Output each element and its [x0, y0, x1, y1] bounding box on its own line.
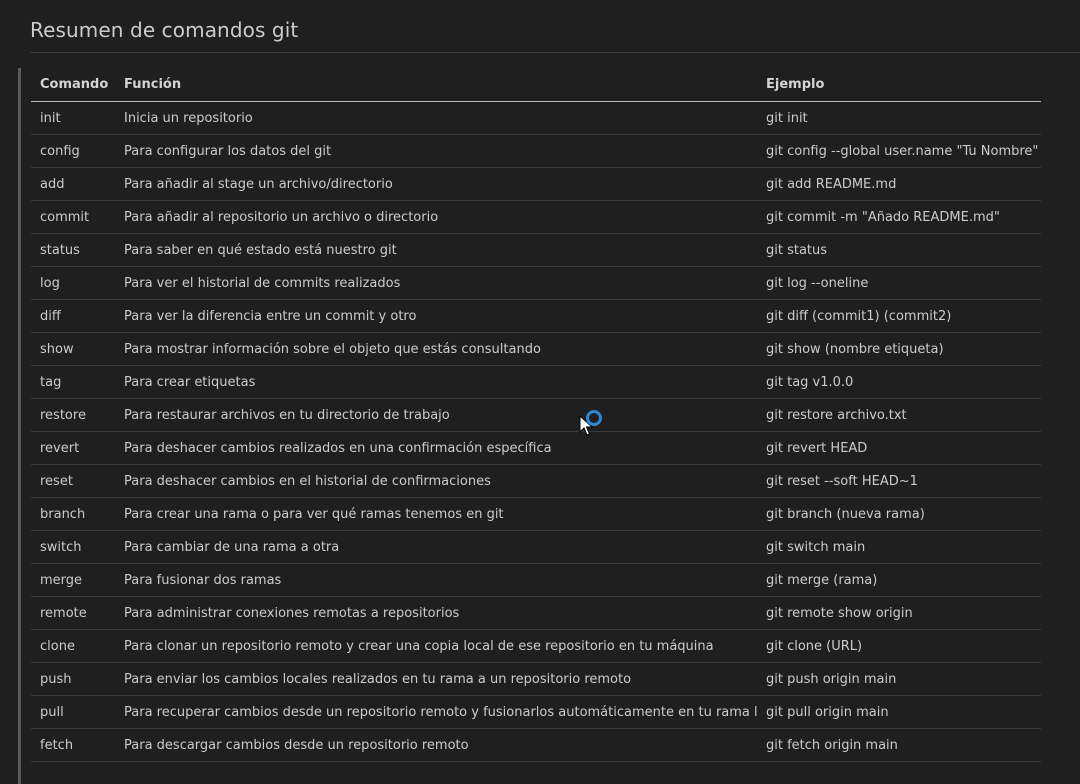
- cell-command: switch: [31, 530, 115, 564]
- cell-function: Para deshacer cambios en el historial de…: [115, 464, 757, 498]
- cell-function: Para enviar los cambios locales realizad…: [115, 662, 757, 696]
- table-row: fetch Para descargar cambios desde un rep…: [31, 728, 1041, 762]
- cell-example: git switch main: [757, 530, 1041, 564]
- cell-command: fetch: [31, 728, 115, 762]
- table-row: switch Para cambiar de una rama a otra git…: [31, 530, 1041, 564]
- cell-command: clone: [31, 629, 115, 663]
- cell-function: Para cambiar de una rama a otra: [115, 530, 757, 564]
- table-row: add Para añadir al stage un archivo/direc…: [31, 167, 1041, 201]
- cell-example: git push origin main: [757, 662, 1041, 696]
- cell-command: commit: [31, 200, 115, 234]
- cell-command: merge: [31, 563, 115, 597]
- table-row: reset Para deshacer cambios en el histori…: [31, 464, 1041, 498]
- cell-command: add: [31, 167, 115, 201]
- cell-function: Para recuperar cambios desde un reposito…: [115, 695, 757, 729]
- cell-function: Para saber en qué estado está nuestro gi…: [115, 233, 757, 267]
- table-row: log Para ver el historial de commits real…: [31, 266, 1041, 300]
- cell-example: git config --global user.name "Tu Nombre…: [757, 134, 1041, 168]
- cell-function: Para añadir al stage un archivo/director…: [115, 167, 757, 201]
- cell-function: Para mostrar información sobre el objeto…: [115, 332, 757, 366]
- table-row: init Inicia un repositorio git init: [31, 101, 1041, 135]
- cell-example: git init: [757, 101, 1041, 135]
- table-row: branch Para crear una rama o para ver qué…: [31, 497, 1041, 531]
- cell-example: git remote show origin: [757, 596, 1041, 630]
- cell-command: tag: [31, 365, 115, 399]
- cell-function: Para ver el historial de commits realiza…: [115, 266, 757, 300]
- cell-example: git commit -m "Añado README.md": [757, 200, 1041, 234]
- cell-example: git show (nombre etiqueta): [757, 332, 1041, 366]
- table-row: commit Para añadir al repositorio un arch…: [31, 200, 1041, 234]
- cell-function: Para ver la diferencia entre un commit y…: [115, 299, 757, 333]
- table-row: show Para mostrar información sobre el ob…: [31, 332, 1041, 366]
- cell-function: Para fusionar dos ramas: [115, 563, 757, 597]
- table-row: merge Para fusionar dos ramas git merge (r…: [31, 563, 1041, 597]
- cell-function: Para descargar cambios desde un reposito…: [115, 728, 757, 762]
- cell-command: restore: [31, 398, 115, 432]
- cell-function: Inicia un repositorio: [115, 101, 757, 135]
- table-body: init Inicia un repositorio git init config P…: [31, 101, 1041, 762]
- git-commands-table: Comando Función Ejemplo init Inicia un re…: [31, 68, 1041, 762]
- cell-example: git diff (commit1) (commit2): [757, 299, 1041, 333]
- cell-example: git fetch origin main: [757, 728, 1041, 762]
- page-title: Resumen de comandos git: [30, 18, 299, 42]
- table-row: tag Para crear etiquetas git tag v1.0.0: [31, 365, 1041, 399]
- table-row: remote Para administrar conexiones remota…: [31, 596, 1041, 630]
- table-row: push Para enviar los cambios locales real…: [31, 662, 1041, 696]
- cell-command: status: [31, 233, 115, 267]
- cell-example: git tag v1.0.0: [757, 365, 1041, 399]
- table-row: status Para saber en qué estado está nues…: [31, 233, 1041, 267]
- cell-command: remote: [31, 596, 115, 630]
- cell-command: init: [31, 101, 115, 135]
- busy-spinner-icon: [586, 410, 602, 426]
- cell-example: git revert HEAD: [757, 431, 1041, 465]
- markdown-preview: Resumen de comandos git Comando Función …: [0, 0, 1080, 784]
- cell-command: branch: [31, 497, 115, 531]
- table-row: diff Para ver la diferencia entre un comm…: [31, 299, 1041, 333]
- cell-example: git log --oneline: [757, 266, 1041, 300]
- cell-example: git add README.md: [757, 167, 1041, 201]
- table-row: pull Para recuperar cambios desde un repo…: [31, 695, 1041, 729]
- cell-function: Para clonar un repositorio remoto y crea…: [115, 629, 757, 663]
- cell-function: Para configurar los datos del git: [115, 134, 757, 168]
- table-header-row: Comando Función Ejemplo: [31, 68, 1041, 102]
- cell-example: git restore archivo.txt: [757, 398, 1041, 432]
- cell-command: push: [31, 662, 115, 696]
- cell-command: reset: [31, 464, 115, 498]
- cell-function: Para administrar conexiones remotas a re…: [115, 596, 757, 630]
- cell-example: git reset --soft HEAD~1: [757, 464, 1041, 498]
- cell-command: pull: [31, 695, 115, 729]
- cell-function: Para añadir al repositorio un archivo o …: [115, 200, 757, 234]
- header-funcion: Función: [115, 68, 757, 102]
- cell-function: Para crear etiquetas: [115, 365, 757, 399]
- table-row: revert Para deshacer cambios realizados e…: [31, 431, 1041, 465]
- cell-example: git branch (nueva rama): [757, 497, 1041, 531]
- cell-function: Para restaurar archivos en tu directorio…: [115, 398, 757, 432]
- cell-example: git merge (rama): [757, 563, 1041, 597]
- header-ejemplo: Ejemplo: [757, 68, 1041, 102]
- table-row: restore Para restaurar archivos en tu dir…: [31, 398, 1041, 432]
- table-row: clone Para clonar un repositorio remoto y…: [31, 629, 1041, 663]
- cell-command: show: [31, 332, 115, 366]
- cell-command: config: [31, 134, 115, 168]
- table-row: config Para configurar los datos del git g…: [31, 134, 1041, 168]
- cell-command: revert: [31, 431, 115, 465]
- cell-command: log: [31, 266, 115, 300]
- cell-example: git status: [757, 233, 1041, 267]
- cell-command: diff: [31, 299, 115, 333]
- cell-example: git pull origin main: [757, 695, 1041, 729]
- cell-example: git clone (URL): [757, 629, 1041, 663]
- cell-function: Para crear una rama o para ver qué ramas…: [115, 497, 757, 531]
- header-comando: Comando: [31, 68, 115, 102]
- blockquote-bar: [18, 68, 21, 784]
- heading-divider: [30, 52, 1080, 53]
- cell-function: Para deshacer cambios realizados en una …: [115, 431, 757, 465]
